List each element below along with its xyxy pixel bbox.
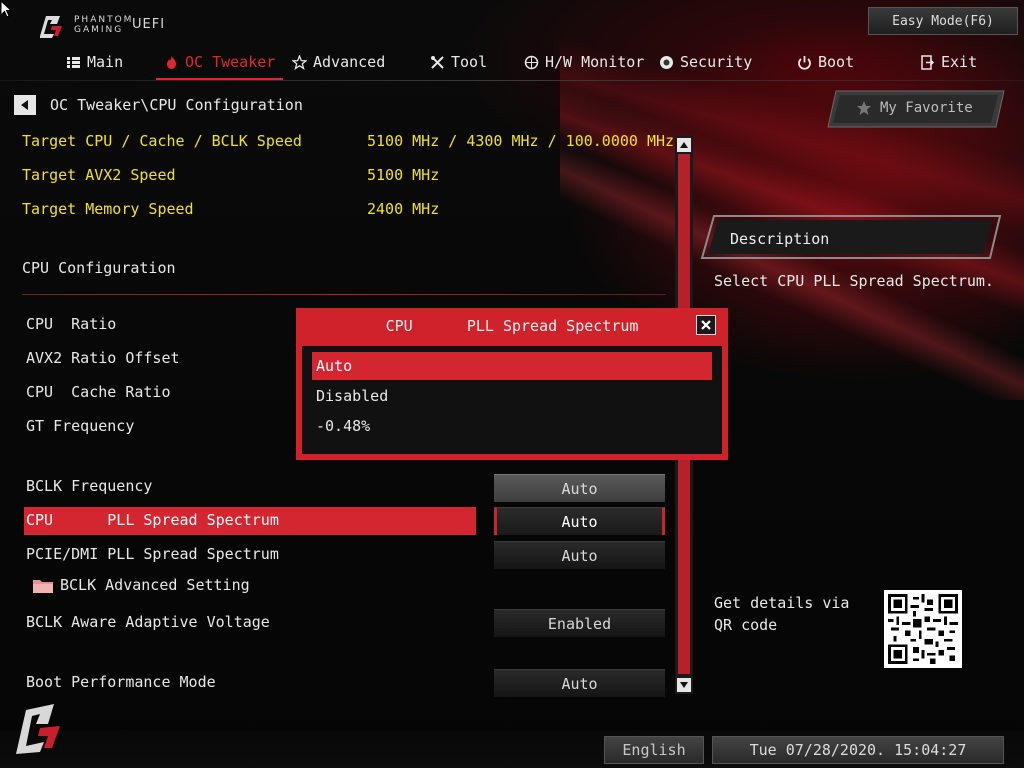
exit-icon — [921, 54, 935, 70]
setting-cpu-ratio[interactable]: CPU Ratio — [26, 315, 116, 333]
section-title: CPU Configuration — [22, 259, 176, 277]
monitor-icon — [524, 55, 539, 69]
dialog-close-button[interactable] — [696, 315, 716, 335]
dialog-title: CPU PLL Spread Spectrum — [385, 317, 639, 335]
shield-icon — [660, 55, 673, 69]
setting-pcie-dmi-pll-spread[interactable]: PCIE/DMI PLL Spread Spectrum — [26, 545, 279, 563]
tab-tool-label: Tool — [451, 53, 488, 71]
flame-icon — [167, 55, 176, 69]
target-avx2-label: Target AVX2 Speed — [22, 166, 176, 184]
language-button[interactable]: English — [604, 736, 704, 764]
arrow-up-icon — [680, 142, 688, 148]
dialog-option-negative-048[interactable]: -0.48% — [312, 412, 712, 440]
bclk-aware-voltage-value[interactable]: Enabled — [494, 609, 665, 637]
setting-cpu-pll-spread[interactable]: CPU PLL Spread Spectrum — [26, 511, 279, 529]
dialog-options-list: Auto Disabled -0.48% — [302, 346, 722, 454]
description-text: Select CPU PLL Spread Spectrum. — [714, 272, 994, 290]
section-divider — [22, 294, 666, 295]
cpu-pll-spread-value[interactable]: Auto — [494, 507, 665, 535]
tab-hw-monitor[interactable]: H/W Monitor — [524, 46, 644, 78]
back-button[interactable] — [14, 95, 36, 115]
bclk-advanced-label: BCLK Advanced Setting — [60, 576, 250, 594]
mouse-cursor-icon — [0, 0, 12, 18]
scroll-down-button[interactable] — [677, 678, 691, 692]
qr-code — [884, 590, 962, 668]
tab-advanced-label: Advanced — [313, 53, 386, 71]
pll-spread-dialog: CPU PLL Spread Spectrum Auto Disabled -0… — [296, 308, 728, 460]
power-icon — [798, 55, 811, 70]
setting-gt-frequency[interactable]: GT Frequency — [26, 417, 134, 435]
brand-line2: GAMING — [74, 25, 124, 35]
bclk-frequency-value[interactable]: Auto — [494, 474, 665, 502]
tab-boot[interactable]: Boot — [797, 46, 854, 78]
tab-advanced[interactable]: Advanced — [292, 46, 385, 78]
brand-line1: PHANTOM — [74, 15, 134, 25]
breadcrumb: OC Tweaker\CPU Configuration — [14, 94, 303, 116]
tab-main[interactable]: Main — [66, 46, 123, 78]
tools-icon — [431, 55, 444, 69]
description-header: Description — [700, 214, 1002, 260]
tab-exit-label: Exit — [941, 53, 978, 71]
tab-boot-label: Boot — [818, 53, 855, 71]
tabs-divider — [0, 80, 1024, 81]
target-cpu-value: 5100 MHz / 4300 MHz / 100.0000 MHz — [367, 132, 675, 150]
favorite-star-icon — [857, 101, 871, 115]
folder-icon — [33, 579, 53, 593]
tab-hw-monitor-label: H/W Monitor — [545, 53, 645, 71]
my-favorite-button[interactable]: My Favorite — [826, 90, 1006, 128]
description-heading: Description — [730, 230, 830, 248]
main-tabs: Main OC Tweaker Advanced Tool H/W Monito… — [0, 46, 1024, 80]
close-icon — [701, 320, 711, 330]
tab-main-label: Main — [87, 53, 124, 71]
qr-code-icon — [888, 594, 958, 664]
tab-exit[interactable]: Exit — [920, 46, 977, 78]
breadcrumb-path: OC Tweaker\CPU Configuration — [50, 96, 303, 114]
target-memory-label: Target Memory Speed — [22, 200, 194, 218]
easy-mode-button[interactable]: Easy Mode(F6) — [868, 7, 1018, 35]
target-cpu-label: Target CPU / Cache / BCLK Speed — [22, 132, 302, 150]
brand-uefi: UEFI — [132, 17, 166, 32]
bottom-logo-icon — [16, 704, 60, 754]
asrock-logo-icon — [40, 16, 62, 38]
setting-bclk-frequency[interactable]: BCLK Frequency — [26, 477, 152, 495]
boot-performance-mode-value[interactable]: Auto — [494, 669, 665, 697]
setting-bclk-aware-voltage[interactable]: BCLK Aware Adaptive Voltage — [26, 613, 270, 631]
target-avx2-value: 5100 MHz — [367, 166, 440, 184]
dialog-option-disabled[interactable]: Disabled — [312, 382, 712, 410]
pcie-dmi-pll-spread-value[interactable]: Auto — [494, 541, 665, 569]
tab-tool[interactable]: Tool — [430, 46, 487, 78]
tab-security[interactable]: Security — [659, 46, 752, 78]
list-icon — [67, 56, 80, 68]
arrow-down-icon — [680, 682, 688, 688]
setting-bclk-advanced[interactable]: BCLK Advanced Setting — [32, 576, 250, 594]
star-icon — [292, 54, 307, 70]
my-favorite-label: My Favorite — [880, 100, 973, 116]
target-memory-value: 2400 MHz — [367, 200, 440, 218]
setting-cpu-cache-ratio[interactable]: CPU Cache Ratio — [26, 383, 171, 401]
tab-oc-tweaker[interactable]: OC Tweaker — [155, 46, 284, 80]
tab-oc-tweaker-label: OC Tweaker — [185, 53, 276, 71]
tab-security-label: Security — [680, 53, 753, 71]
scroll-up-button[interactable] — [677, 138, 691, 152]
setting-boot-performance-mode[interactable]: Boot Performance Mode — [26, 673, 216, 691]
dialog-option-auto[interactable]: Auto — [312, 352, 712, 380]
chevron-left-icon — [21, 100, 28, 110]
brand-logo: PHANTOM GAMING UEFI — [36, 12, 176, 40]
setting-avx2-ratio-offset[interactable]: AVX2 Ratio Offset — [26, 349, 180, 367]
qr-text: Get details via QR code — [714, 594, 850, 634]
datetime-display[interactable]: Tue 07/28/2020. 15:04:27 — [712, 736, 1004, 764]
